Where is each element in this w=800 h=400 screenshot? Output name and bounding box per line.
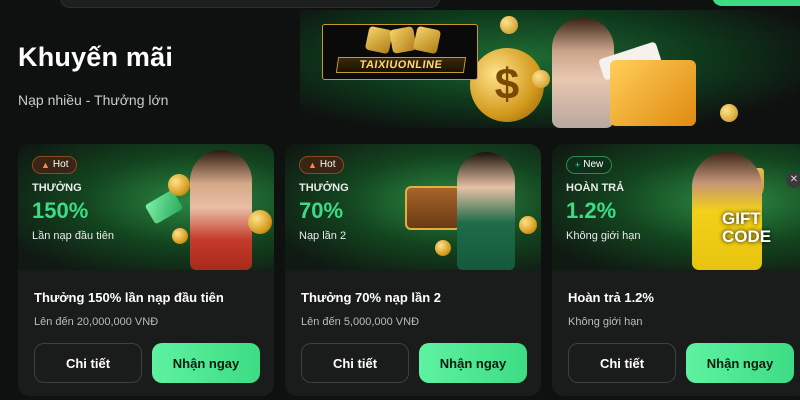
page-title: Khuyến mãi	[18, 42, 174, 72]
details-button[interactable]: Chi tiết	[301, 343, 409, 383]
claim-now-button[interactable]: Nhận ngay	[152, 343, 260, 383]
search-bar[interactable]	[60, 0, 440, 8]
dice-icon	[389, 26, 417, 54]
top-action-button[interactable]	[712, 0, 800, 6]
new-badge: + New	[566, 156, 613, 174]
details-button[interactable]: Chi tiết	[568, 343, 676, 383]
coin-icon	[532, 70, 550, 88]
close-icon[interactable]: ✕	[786, 172, 800, 188]
treasure-chest-icon	[405, 186, 461, 230]
model-image	[457, 152, 515, 270]
page-subtitle: Nạp nhiều - Thưởng lớn	[18, 92, 169, 108]
coin-icon	[519, 216, 537, 234]
hot-badge: ▲ Hot	[32, 156, 78, 174]
coin-icon	[172, 228, 188, 244]
coin-icon	[500, 16, 518, 34]
promo-note: Nạp lần 2	[299, 230, 347, 242]
promo-description: Không giới hạn	[568, 316, 643, 328]
model-image	[190, 150, 252, 270]
promo-value: 1.2%	[566, 198, 617, 223]
promo-note: Lần nạp đầu tiên	[32, 230, 114, 242]
promo-card-second-deposit: ▲ Hot THƯỞNG 70% Nạp lần 2 Thưởng 70% nạp…	[285, 144, 541, 396]
promo-kicker: THƯỞNG	[299, 182, 349, 194]
claim-now-button[interactable]: Nhận ngay	[686, 343, 794, 383]
promo-card-cashback: GIFT CODE ✕ + New HOÀN TRẢ 1.2% Không giớ…	[552, 144, 800, 396]
promo-kicker: THƯỞNG	[32, 182, 82, 194]
coin-icon	[248, 210, 272, 234]
coin-icon	[720, 104, 738, 122]
promo-card-first-deposit: ▲ Hot THƯỞNG 150% Lần nạp đầu tiên Thưởng…	[18, 144, 274, 396]
hot-badge: ▲ Hot	[299, 156, 345, 174]
promo-note: Không giới hạn	[566, 230, 641, 242]
dice-icon	[412, 25, 442, 55]
promo-value: 70%	[299, 198, 344, 223]
promo-kicker: HOÀN TRẢ	[566, 182, 625, 194]
gift-code-art: GIFT CODE	[722, 209, 772, 246]
claim-now-button[interactable]: Nhận ngay	[419, 343, 527, 383]
promo-description: Lên đến 5,000,000 VNĐ	[301, 316, 420, 328]
details-button[interactable]: Chi tiết	[34, 343, 142, 383]
fire-icon: ▲	[41, 160, 50, 170]
coin-icon	[435, 240, 451, 256]
promo-value: 150%	[32, 198, 89, 223]
promo-description: Lên đến 20,000,000 VNĐ	[34, 316, 159, 328]
site-logo[interactable]: TAIXIUONLINE	[322, 24, 478, 80]
promo-title: Thưởng 150% lần nạp đầu tiên	[34, 290, 224, 305]
promo-title: Hoàn trả 1.2%	[568, 290, 654, 305]
fire-icon: ▲	[308, 160, 317, 170]
dollar-coin-icon: $	[470, 48, 544, 122]
gift-box-icon	[610, 60, 696, 126]
logo-text: TAIXIUONLINE	[335, 57, 467, 73]
plus-icon: +	[575, 160, 581, 170]
dice-icon	[364, 25, 394, 55]
promo-title: Thưởng 70% nạp lần 2	[301, 290, 442, 305]
coin-icon	[168, 174, 190, 196]
